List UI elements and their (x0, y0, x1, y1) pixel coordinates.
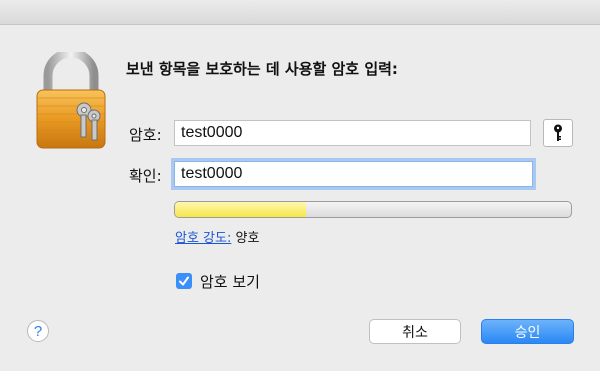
password-strength-value: 양호 (235, 231, 260, 246)
key-icon (554, 124, 562, 141)
confirm-field[interactable]: test0000 (174, 161, 533, 187)
ok-button[interactable]: 승인 (481, 319, 574, 344)
window-titlebar[interactable] (0, 0, 600, 25)
dialog-heading: 보낸 항목을 보호하는 데 사용할 암호 입력: (126, 60, 398, 78)
password-strength-fill (175, 202, 306, 217)
cancel-button[interactable]: 취소 (369, 319, 461, 344)
checkmark-icon (179, 276, 189, 286)
password-strength-link[interactable]: 암호 강도: (175, 231, 231, 246)
password-assistant-button[interactable] (543, 119, 573, 147)
confirm-label: 확인: (129, 167, 162, 185)
show-password-label[interactable]: 암호 보기 (200, 271, 260, 292)
password-strength-meter (174, 201, 572, 218)
lock-with-keys-icon (36, 52, 106, 149)
password-field[interactable]: test0000 (174, 120, 531, 146)
help-button[interactable]: ? (27, 320, 49, 342)
password-label: 암호: (129, 126, 162, 144)
show-password-checkbox[interactable] (176, 273, 192, 289)
password-strength-row: 암호 강도: 양호 (175, 227, 259, 246)
